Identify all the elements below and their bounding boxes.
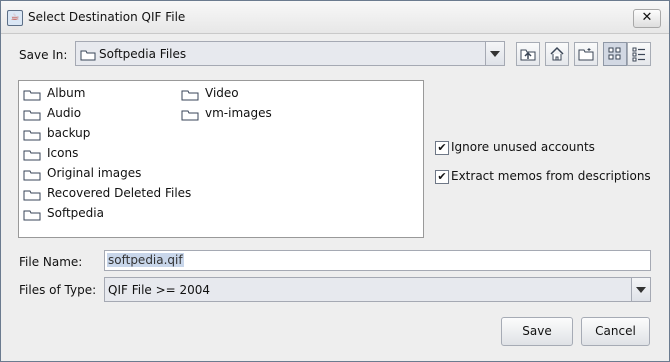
save-in-label: Save In: bbox=[19, 48, 68, 62]
chevron-down-icon[interactable] bbox=[631, 278, 650, 301]
folder-icon bbox=[23, 150, 41, 161]
folder-icon bbox=[23, 170, 41, 181]
folder-icon bbox=[23, 130, 41, 141]
title-bar[interactable]: ☕ Select Destination QIF File ✕ bbox=[1, 1, 669, 34]
file-name: Audio bbox=[47, 106, 82, 120]
file-name: Album bbox=[47, 86, 86, 100]
folder-icon bbox=[23, 210, 41, 221]
chevron-down-icon[interactable] bbox=[485, 42, 504, 65]
folder-icon bbox=[181, 90, 199, 101]
folder-icon bbox=[23, 90, 41, 101]
save-in-dropdown[interactable]: Softpedia Files bbox=[75, 41, 505, 66]
cancel-button[interactable]: Cancel bbox=[581, 317, 650, 346]
file-dialog-window: ☕ Select Destination QIF File ✕ Save In:… bbox=[0, 0, 670, 362]
home-button[interactable] bbox=[545, 42, 569, 66]
close-button[interactable]: ✕ bbox=[633, 9, 661, 28]
list-view-icon bbox=[608, 47, 621, 60]
folder-icon bbox=[80, 50, 96, 61]
file-name-value: softpedia.qif bbox=[107, 253, 184, 267]
save-in-value: Softpedia Files bbox=[99, 47, 187, 61]
list-view-button[interactable] bbox=[603, 42, 627, 66]
extract-memos-label: Extract memos from descriptions bbox=[451, 169, 651, 183]
home-icon bbox=[550, 46, 564, 61]
file-name: vm-images bbox=[205, 106, 272, 120]
file-name: Original images bbox=[47, 166, 142, 180]
file-name: Softpedia bbox=[47, 206, 104, 220]
file-name: backup bbox=[47, 126, 91, 140]
folder-icon bbox=[23, 190, 41, 201]
extract-memos-checkbox[interactable]: ✔ bbox=[435, 170, 449, 184]
files-of-type-label: Files of Type: bbox=[19, 283, 97, 297]
details-view-icon bbox=[632, 47, 645, 62]
ignore-unused-accounts-label: Ignore unused accounts bbox=[451, 140, 595, 154]
save-button[interactable]: Save bbox=[501, 317, 573, 346]
folder-icon bbox=[181, 110, 199, 121]
file-name: Recovered Deleted Files bbox=[47, 186, 192, 200]
new-folder-button[interactable] bbox=[574, 42, 598, 66]
file-name: Video bbox=[205, 86, 239, 100]
file-name-input[interactable]: softpedia.qif bbox=[104, 250, 651, 271]
folder-icon bbox=[23, 110, 41, 121]
file-name: Icons bbox=[47, 146, 79, 160]
details-view-button[interactable] bbox=[627, 42, 651, 66]
files-of-type-value: QIF File >= 2004 bbox=[108, 283, 211, 297]
ignore-unused-accounts-checkbox[interactable]: ✔ bbox=[435, 141, 449, 155]
file-list[interactable]: Album Audio backup Icons Original images… bbox=[18, 80, 424, 238]
files-of-type-dropdown[interactable]: QIF File >= 2004 bbox=[104, 277, 651, 302]
up-one-level-icon bbox=[520, 49, 536, 61]
up-one-level-button[interactable] bbox=[516, 42, 540, 66]
new-folder-icon bbox=[578, 48, 594, 61]
window-title: Select Destination QIF File bbox=[28, 10, 186, 24]
file-name-label: File Name: bbox=[19, 255, 83, 269]
java-app-icon: ☕ bbox=[7, 10, 23, 26]
